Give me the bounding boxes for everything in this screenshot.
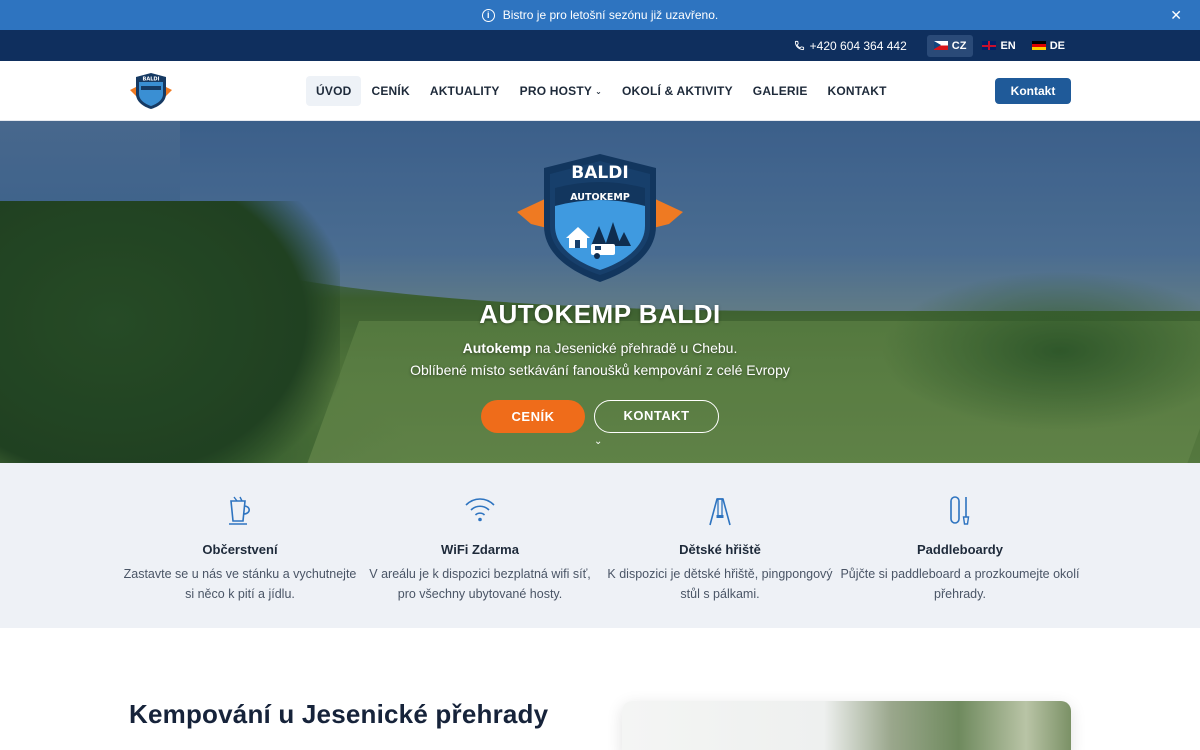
lang-en-label: EN	[1000, 39, 1016, 52]
cup-icon	[120, 495, 360, 529]
lang-cz[interactable]: CZ	[926, 34, 974, 57]
nav-item-kontakt[interactable]: KONTAKT	[818, 76, 897, 106]
lang-cz-label: CZ	[951, 39, 967, 52]
feature-title: WiFi Zdarma	[441, 542, 519, 557]
feature-text: Půjčte si paddleboard a prozkoumejte oko…	[840, 567, 1080, 601]
contact-button[interactable]: Kontakt	[995, 78, 1071, 104]
section-title: Kempování u Jesenické přehrady	[129, 699, 549, 729]
site-logo[interactable]: BALDI	[128, 72, 174, 110]
hero-title: AUTOKEMP BALDI	[479, 299, 721, 329]
notice-bar: i Bistro je pro letošní sezónu již uzavř…	[0, 0, 1200, 30]
utility-bar: +420 604 364 442 CZ EN DE	[0, 30, 1200, 61]
nav-item-pro-hosty[interactable]: PRO HOSTY ⌄	[510, 76, 612, 106]
hero-subtitle: Autokemp na Jesenické přehradě u Chebu. …	[0, 337, 1200, 381]
paddle-icon	[840, 495, 1080, 529]
feature-title: Paddleboardy	[917, 542, 1003, 557]
hero-subtitle-rest: na Jesenické přehradě u Chebu.	[531, 340, 738, 356]
nav-item-okoli-aktivity[interactable]: OKOLÍ & AKTIVITY	[612, 76, 743, 106]
campsite-photo	[622, 701, 1071, 750]
svg-text:BALDI: BALDI	[143, 77, 160, 83]
logo-baldi-text: BALDI	[571, 163, 628, 183]
feature-title: Občerstvení	[202, 542, 278, 557]
flag-cz-icon	[933, 41, 948, 50]
wifi-icon	[360, 495, 600, 529]
chevron-down-icon: ⌄	[595, 86, 603, 96]
hero-subtitle-bold: Autokemp	[462, 340, 532, 356]
feature-text: K dispozici je dětské hřiště, pingpongov…	[607, 567, 833, 601]
features-section: Občerstvení Zastavte se u nás ve stánku …	[0, 463, 1200, 628]
flag-de-icon	[1031, 41, 1046, 50]
feature-paddleboards: Paddleboardy Půjčte si paddleboard a pro…	[840, 463, 1080, 604]
nav-item-galerie[interactable]: GALERIE	[743, 76, 818, 106]
feature-refreshments: Občerstvení Zastavte se u nás ve stánku …	[120, 463, 360, 604]
lang-de-label: DE	[1049, 39, 1065, 52]
info-icon: i	[481, 8, 495, 22]
hero-contact-button[interactable]: KONTAKT	[594, 400, 719, 433]
hero-section: BALDI AUTOKEMP AUTOKEMP BALDI Autokemp n…	[0, 121, 1200, 463]
feature-title: Dětské hřiště	[679, 542, 761, 557]
phone-link[interactable]: +420 604 364 442	[794, 39, 907, 53]
nav-item-uvod[interactable]: ÚVOD	[306, 76, 362, 106]
logo-autokemp-text: AUTOKEMP	[570, 192, 630, 203]
phone-icon	[794, 40, 804, 51]
close-icon[interactable]: ✕	[1170, 7, 1182, 23]
swing-icon	[600, 495, 840, 529]
nav-item-cenik[interactable]: CENÍK	[361, 76, 419, 106]
hero-subtitle-line2: Oblíbené místo setkávání fanoušků kempov…	[410, 362, 790, 378]
main-navigation: BALDI ÚVOD CENÍK AKTUALITY PRO HOSTY ⌄ OK…	[0, 61, 1200, 121]
flag-en-icon	[982, 41, 997, 50]
nav-item-aktuality[interactable]: AKTUALITY	[420, 76, 510, 106]
lang-de[interactable]: DE	[1025, 35, 1072, 57]
lang-en[interactable]: EN	[975, 35, 1022, 57]
nav-item-pro-hosty-label: PRO HOSTY	[519, 84, 593, 98]
scroll-down-icon[interactable]: ⌄	[594, 436, 602, 447]
hero-logo: BALDI AUTOKEMP	[517, 154, 683, 282]
feature-text: Zastavte se u nás ve stánku a vychutnejt…	[123, 567, 357, 601]
hero-pricing-button[interactable]: CENÍK	[481, 400, 585, 433]
notice-text: Bistro je pro letošní sezónu již uzavřen…	[502, 8, 719, 22]
feature-text: V areálu je k dispozici bezplatná wifi s…	[369, 567, 591, 601]
feature-wifi: WiFi Zdarma V areálu je k dispozici bezp…	[360, 463, 600, 604]
phone-number: +420 604 364 442	[809, 38, 907, 53]
feature-playground: Dětské hřiště K dispozici je dětské hřiš…	[600, 463, 840, 604]
primary-menu: ÚVOD CENÍK AKTUALITY PRO HOSTY ⌄ OKOLÍ & …	[306, 76, 897, 106]
